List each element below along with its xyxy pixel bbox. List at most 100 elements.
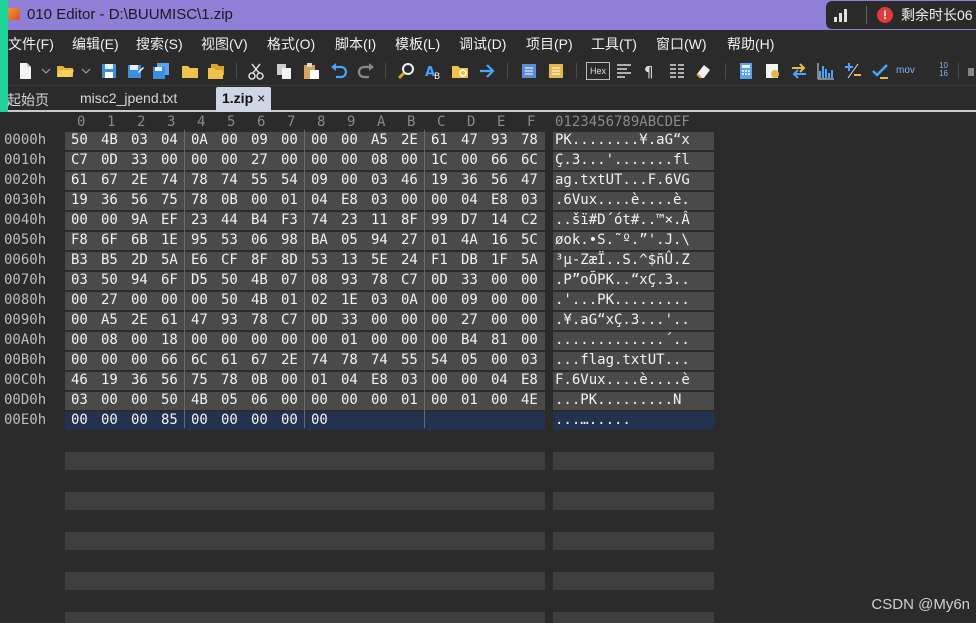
hex-byte[interactable]: 01: [281, 292, 298, 308]
hex-byte[interactable]: E8: [341, 192, 358, 208]
hex-byte[interactable]: 67: [101, 172, 118, 188]
hex-byte[interactable]: 03: [371, 192, 388, 208]
hex-byte[interactable]: 27: [251, 152, 268, 168]
hex-byte[interactable]: 1F: [491, 252, 508, 268]
hex-byte[interactable]: 00: [191, 332, 208, 348]
ascii-text[interactable]: ..šï#D´ót#..™×.Â: [555, 212, 690, 228]
ascii-text[interactable]: .'...PK.........: [555, 292, 690, 308]
hex-byte[interactable]: 1C: [431, 152, 448, 168]
hex-byte[interactable]: 78: [191, 172, 208, 188]
hex-byte[interactable]: 00: [491, 272, 508, 288]
hex-byte[interactable]: 03: [71, 272, 88, 288]
hex-byte[interactable]: 66: [491, 152, 508, 168]
hex-byte[interactable]: 00: [431, 292, 448, 308]
hex-byte[interactable]: 78: [191, 192, 208, 208]
open-folder-icon[interactable]: [56, 62, 74, 80]
hex-byte[interactable]: 1E: [341, 292, 358, 308]
hex-byte[interactable]: 6C: [521, 152, 538, 168]
hex-byte[interactable]: 00: [281, 392, 298, 408]
hex-byte[interactable]: 5C: [521, 232, 538, 248]
bookmark-icon[interactable]: [520, 62, 538, 80]
hex-byte[interactable]: A5: [101, 312, 118, 328]
menu-tools[interactable]: 工具(T): [591, 34, 637, 54]
hex-byte[interactable]: 00: [251, 332, 268, 348]
hex-byte[interactable]: 01: [341, 332, 358, 348]
hex-byte[interactable]: 00: [71, 332, 88, 348]
hex-byte[interactable]: 08: [311, 272, 328, 288]
redo-icon[interactable]: [357, 62, 375, 80]
hex-byte[interactable]: 94: [371, 232, 388, 248]
ascii-text[interactable]: F.6Vux....è....è: [555, 372, 690, 388]
hex-byte[interactable]: 33: [131, 152, 148, 168]
hex-byte[interactable]: 03: [401, 372, 418, 388]
hex-byte[interactable]: 6C: [191, 352, 208, 368]
hex-byte[interactable]: 00: [71, 352, 88, 368]
undo-icon[interactable]: [330, 62, 348, 80]
hex-byte[interactable]: 00: [491, 292, 508, 308]
hex-byte[interactable]: 36: [101, 192, 118, 208]
hex-byte[interactable]: C7: [281, 312, 298, 328]
hex-byte[interactable]: 50: [161, 392, 178, 408]
hex-byte[interactable]: 03: [371, 172, 388, 188]
hex-byte[interactable]: 00: [401, 312, 418, 328]
hex-byte[interactable]: F3: [281, 212, 298, 228]
find-icon[interactable]: [397, 62, 415, 80]
text-format-icon[interactable]: [615, 62, 633, 80]
hex-byte[interactable]: 19: [71, 192, 88, 208]
hex-byte[interactable]: 67: [251, 352, 268, 368]
hex-byte[interactable]: 47: [521, 172, 538, 188]
hex-byte[interactable]: C7: [71, 152, 88, 168]
hex-byte[interactable]: 05: [341, 232, 358, 248]
hex-byte[interactable]: 78: [341, 352, 358, 368]
hex-byte[interactable]: 00: [221, 132, 238, 148]
hex-byte[interactable]: 00: [401, 332, 418, 348]
hex-byte[interactable]: 00: [131, 352, 148, 368]
hex-byte[interactable]: 01: [401, 392, 418, 408]
hex-byte[interactable]: B5: [101, 252, 118, 268]
hex-byte[interactable]: 00: [341, 172, 358, 188]
hex-byte[interactable]: 00: [311, 332, 328, 348]
hex-byte[interactable]: 04: [161, 132, 178, 148]
hex-byte[interactable]: 09: [311, 172, 328, 188]
hex-byte[interactable]: 19: [431, 172, 448, 188]
hex-byte[interactable]: 00: [71, 412, 88, 428]
hex-byte[interactable]: 00: [101, 392, 118, 408]
pilcrow-icon[interactable]: ¶: [641, 62, 659, 80]
hex-byte[interactable]: 50: [101, 272, 118, 288]
hex-byte[interactable]: 66: [161, 352, 178, 368]
menu-scripts[interactable]: 脚本(I): [335, 34, 376, 54]
hex-byte[interactable]: C2: [521, 212, 538, 228]
hex-byte[interactable]: 6B: [131, 232, 148, 248]
hex-byte[interactable]: 02: [311, 292, 328, 308]
hex-byte[interactable]: 00: [341, 152, 358, 168]
hex-byte[interactable]: 00: [131, 292, 148, 308]
hex-byte[interactable]: 6F: [101, 232, 118, 248]
hex-byte[interactable]: E8: [521, 372, 538, 388]
hex-byte[interactable]: 00: [161, 152, 178, 168]
chevron-down-icon[interactable]: [40, 62, 52, 80]
hex-byte[interactable]: 56: [131, 192, 148, 208]
hex-byte[interactable]: 00: [131, 392, 148, 408]
template-icon[interactable]: [763, 62, 781, 80]
hex-byte[interactable]: 93: [491, 132, 508, 148]
hex-byte[interactable]: 55: [251, 172, 268, 188]
hex-byte[interactable]: D7: [461, 212, 478, 228]
hex-byte[interactable]: 00: [431, 312, 448, 328]
hex-byte[interactable]: 04: [341, 372, 358, 388]
hex-byte[interactable]: 14: [491, 212, 508, 228]
hex-byte[interactable]: 55: [401, 352, 418, 368]
hex-byte[interactable]: 61: [431, 132, 448, 148]
hex-byte[interactable]: 4B: [101, 132, 118, 148]
hex-byte[interactable]: 00: [71, 212, 88, 228]
ascii-text[interactable]: .............´..: [555, 332, 690, 348]
hex-byte[interactable]: 00: [341, 132, 358, 148]
hex-byte[interactable]: 78: [371, 272, 388, 288]
plus-minus-icon[interactable]: [844, 62, 862, 80]
hex-byte[interactable]: 00: [131, 332, 148, 348]
hex-byte[interactable]: 56: [491, 172, 508, 188]
hex-byte[interactable]: C7: [401, 272, 418, 288]
open-folder-icon-2[interactable]: [207, 62, 225, 80]
hex-byte[interactable]: 99: [431, 212, 448, 228]
hex-byte[interactable]: 75: [191, 372, 208, 388]
hex-byte[interactable]: E6: [191, 252, 208, 268]
